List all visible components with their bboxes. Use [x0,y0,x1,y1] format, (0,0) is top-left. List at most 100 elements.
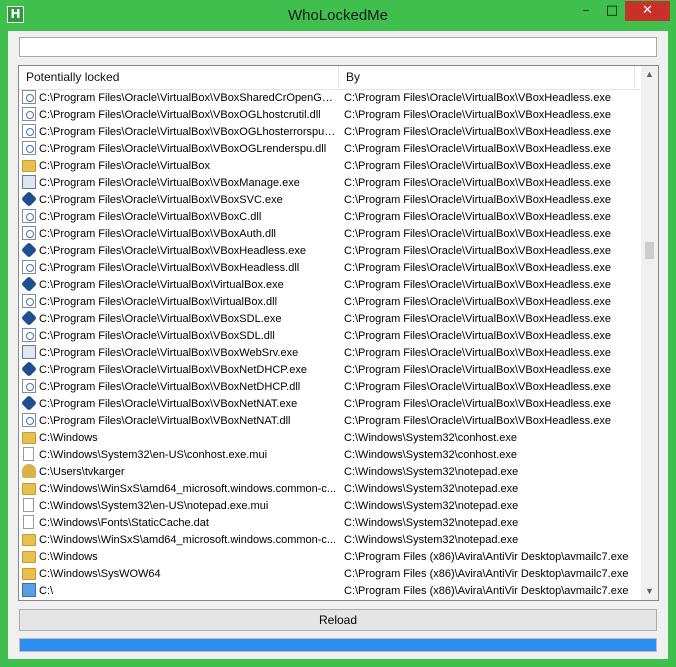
locked-path-cell: C:\Program Files\Oracle\VirtualBox\VBoxN… [22,413,337,430]
table-row[interactable]: C:\Windows C:\Program Files (x86)\Avira\A… [19,549,640,566]
scroll-down-arrow-icon[interactable]: ▼ [641,583,658,600]
minimize-button[interactable]: – [573,1,599,21]
table-row[interactable]: C:\Users\tvkarger C:\Windows\System32\not… [19,464,640,481]
table-row[interactable]: C:\Program Files\Oracle\VirtualBox\VBoxO… [19,124,640,141]
user-icon [22,464,36,478]
locked-by-cell: C:\Windows\System32\conhost.exe [344,432,518,444]
table-row[interactable]: C:\Windows\System32\en-US\notepad.exe.mu… [19,498,640,515]
locked-path-text: C:\Windows [39,432,98,444]
locked-by-cell: C:\Program Files\Oracle\VirtualBox\VBoxH… [344,160,611,172]
locked-by-cell: C:\Program Files\Oracle\VirtualBox\VBoxH… [344,177,611,189]
locked-by-cell: C:\Program Files\Oracle\VirtualBox\VBoxH… [344,279,611,291]
locked-by-cell: C:\Program Files\Oracle\VirtualBox\VBoxH… [344,415,611,427]
vbox-icon [22,311,37,326]
table-row[interactable]: C:\Program Files\Oracle\VirtualBox\Virtu… [19,294,640,311]
locked-path-text: C:\Program Files\Oracle\VirtualBox\VBoxN… [39,381,301,393]
table-row[interactable]: C:\Program Files\Oracle\VirtualBox\VBoxO… [19,141,640,158]
locked-path-text: C:\Program Files\Oracle\VirtualBox\VBoxM… [39,177,300,189]
list-header: Potentially locked By [19,66,640,90]
maximize-button[interactable]: □ [599,1,625,21]
locked-path-text: C:\Windows\System32\en-US\notepad.exe.mu… [39,500,269,512]
vbox-icon [22,277,37,292]
locked-path-cell: C:\Windows\WinSxS\amd64_microsoft.window… [22,481,337,498]
dll-icon [22,226,36,240]
list-rows: C:\Program Files\Oracle\VirtualBox\VBoxS… [19,90,640,600]
scrollbar-thumb[interactable] [645,242,654,259]
locked-by-cell: C:\Windows\System32\notepad.exe [344,517,519,529]
search-input[interactable] [19,37,657,57]
table-row[interactable]: C:\Windows\WinSxS\amd64_microsoft.window… [19,532,640,549]
table-row[interactable]: C:\Program Files\Oracle\VirtualBox\VBoxN… [19,379,640,396]
dll-icon [22,90,36,104]
locked-path-cell: C:\Program Files\Oracle\VirtualBox\VBoxH… [22,260,337,277]
dll-icon [22,328,36,342]
locked-path-text: C:\Windows\WinSxS\amd64_microsoft.window… [39,534,337,546]
folder-icon [22,551,36,563]
locked-path-text: C:\Program Files\Oracle\VirtualBox\VBoxA… [39,228,276,240]
locked-by-cell: C:\Program Files\Oracle\VirtualBox\VBoxH… [344,364,611,376]
locked-path-text: C:\Program Files\Oracle\VirtualBox [39,160,210,172]
locked-by-cell: C:\Program Files\Oracle\VirtualBox\VBoxH… [344,330,611,342]
dll-icon [22,141,36,155]
table-row[interactable]: C:\Windows\Fonts\StaticCache.dat C:\Windo… [19,515,640,532]
column-header-by[interactable]: By [339,66,635,89]
locked-by-cell: C:\Program Files\Oracle\VirtualBox\VBoxH… [344,347,611,359]
locked-path-cell: C:\Windows [22,430,337,447]
title-bar[interactable]: H WhoLockedMe – □ ✕ [0,0,676,31]
locked-path-cell: C:\Windows\System32\en-US\conhost.exe.mu… [22,447,337,464]
locked-by-cell: C:\Program Files\Oracle\VirtualBox\VBoxH… [344,398,611,410]
locked-files-list[interactable]: Potentially locked By C:\Program Files\O… [18,65,659,601]
table-row[interactable]: C:\Program Files\Oracle\VirtualBox\VBoxS… [19,328,640,345]
scroll-up-arrow-icon[interactable]: ▲ [641,66,658,83]
table-row[interactable]: C:\Program Files\Oracle\VirtualBox\VBoxS… [19,311,640,328]
locked-path-text: C:\Windows\WinSxS\amd64_microsoft.window… [39,483,337,495]
table-row[interactable]: C:\Windows\System32\en-US\conhost.exe.mu… [19,447,640,464]
locked-path-text: C:\Program Files\Oracle\VirtualBox\VBoxW… [39,347,299,359]
main-window: H WhoLockedMe – □ ✕ Potentially locked B… [0,0,676,667]
table-row[interactable]: C:\Program Files\Oracle\VirtualBox\VBoxH… [19,260,640,277]
table-row[interactable]: C:\Windows\SysWOW64 C:\Program Files (x86… [19,566,640,583]
table-row[interactable]: C:\Windows C:\Windows\System32\conhost.ex… [19,430,640,447]
locked-path-text: C:\ [39,585,54,597]
table-row[interactable]: C:\Program Files\Oracle\VirtualBox\Virtu… [19,277,640,294]
dll-icon [22,209,36,223]
locked-path-cell: C:\Program Files\Oracle\VirtualBox\VBoxS… [22,90,337,107]
table-row[interactable]: C:\Program Files\Oracle\VirtualBox\VBoxN… [19,362,640,379]
column-header-potentially-locked[interactable]: Potentially locked [19,66,339,89]
locked-by-cell: C:\Program Files\Oracle\VirtualBox\VBoxH… [344,313,611,325]
vbox-icon [22,243,37,258]
table-row[interactable]: C:\Program Files\Oracle\VirtualBox\VBoxS… [19,192,640,209]
file-icon [23,447,34,461]
table-row[interactable]: C:\Program Files\Oracle\VirtualBox\VBoxA… [19,226,640,243]
table-row[interactable]: C:\Windows\WinSxS\amd64_microsoft.window… [19,481,640,498]
file-icon [23,498,34,512]
table-row[interactable]: C:\Program Files\Oracle\VirtualBox\VBoxN… [19,396,640,413]
table-row[interactable]: C:\Program Files\Oracle\VirtualBox C:\Pro… [19,158,640,175]
locked-by-cell: C:\Program Files\Oracle\VirtualBox\VBoxH… [344,262,611,274]
exe-icon [22,345,36,359]
locked-path-cell: C:\Windows\WinSxS\amd64_microsoft.window… [22,532,337,549]
close-button[interactable]: ✕ [625,1,670,21]
locked-by-cell: C:\Program Files (x86)\Avira\AntiVir Des… [344,551,629,563]
table-row[interactable]: C:\Program Files\Oracle\VirtualBox\VBoxO… [19,107,640,124]
progress-bar [19,638,657,652]
table-row[interactable]: C:\Program Files\Oracle\VirtualBox\VBoxW… [19,345,640,362]
locked-path-cell: C:\Windows\Fonts\StaticCache.dat [22,515,337,532]
table-row[interactable]: C:\Program Files\Oracle\VirtualBox\VBoxN… [19,413,640,430]
table-row[interactable]: C:\Program Files\Oracle\VirtualBox\VBoxC… [19,209,640,226]
table-row[interactable]: C:\ C:\Program Files (x86)\Avira\AntiVir … [19,583,640,600]
locked-path-cell: C:\Program Files\Oracle\VirtualBox\VBoxS… [22,311,337,328]
reload-button[interactable]: Reload [19,609,657,631]
locked-by-cell: C:\Program Files (x86)\Avira\AntiVir Des… [344,585,629,597]
table-row[interactable]: C:\Program Files\Oracle\VirtualBox\VBoxM… [19,175,640,192]
vertical-scrollbar[interactable]: ▲ ▼ [641,66,658,600]
client-area: Potentially locked By C:\Program Files\O… [8,31,668,659]
locked-by-cell: C:\Program Files\Oracle\VirtualBox\VBoxH… [344,194,611,206]
table-row[interactable]: C:\Program Files\Oracle\VirtualBox\VBoxS… [19,90,640,107]
table-row[interactable]: C:\Program Files\Oracle\VirtualBox\VBoxH… [19,243,640,260]
locked-path-text: C:\Program Files\Oracle\VirtualBox\VBoxH… [39,245,306,257]
locked-path-cell: C:\Windows [22,549,337,566]
locked-by-cell: C:\Program Files\Oracle\VirtualBox\VBoxH… [344,109,611,121]
locked-path-cell: C:\Program Files\Oracle\VirtualBox\VBoxH… [22,243,337,260]
locked-path-cell: C:\Program Files\Oracle\VirtualBox\VBoxW… [22,345,337,362]
